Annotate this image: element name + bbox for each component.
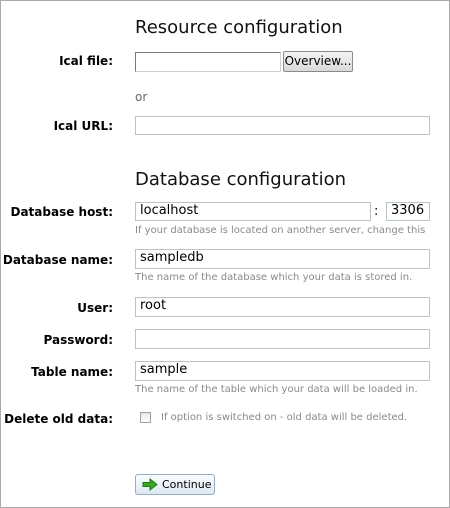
overview-button[interactable]: Overview... bbox=[283, 51, 353, 72]
database-host-input[interactable]: localhost bbox=[135, 202, 371, 221]
table-name-hint: The name of the table which your data wi… bbox=[135, 384, 418, 395]
continue-button[interactable]: Continue bbox=[135, 474, 215, 495]
ical-url-label: Ical URL: bbox=[53, 119, 113, 133]
resource-heading: Resource configuration bbox=[135, 17, 343, 38]
ical-file-label: Ical file: bbox=[59, 54, 113, 68]
database-name-label: Database name: bbox=[2, 253, 113, 267]
ical-file-input[interactable] bbox=[135, 52, 281, 72]
database-host-label: Database host: bbox=[10, 205, 113, 219]
database-host-hint: If your database is located on another s… bbox=[135, 225, 426, 236]
delete-old-data-hint: If option is switched on - old data will… bbox=[161, 412, 408, 423]
ical-url-input[interactable] bbox=[135, 116, 430, 135]
database-port-input[interactable]: 3306 bbox=[386, 202, 430, 221]
arrow-right-icon bbox=[142, 478, 158, 491]
delete-old-data-label: Delete old data: bbox=[4, 412, 113, 426]
database-name-input[interactable]: sampledb bbox=[135, 249, 430, 269]
database-name-hint: The name of the database which your data… bbox=[135, 272, 413, 283]
delete-old-data-checkbox[interactable] bbox=[140, 412, 151, 423]
port-separator: : bbox=[374, 204, 379, 219]
table-name-input[interactable]: sample bbox=[135, 361, 430, 381]
database-heading: Database configuration bbox=[135, 169, 347, 190]
table-name-label: Table name: bbox=[31, 365, 113, 379]
password-label: Password: bbox=[43, 333, 114, 347]
or-separator: or bbox=[135, 90, 148, 104]
user-label: User: bbox=[77, 301, 113, 315]
continue-label: Continue bbox=[162, 478, 212, 491]
password-input[interactable] bbox=[135, 329, 430, 349]
user-input[interactable]: root bbox=[135, 297, 430, 317]
config-form: Resource configuration Ical file: Overvi… bbox=[0, 0, 450, 508]
